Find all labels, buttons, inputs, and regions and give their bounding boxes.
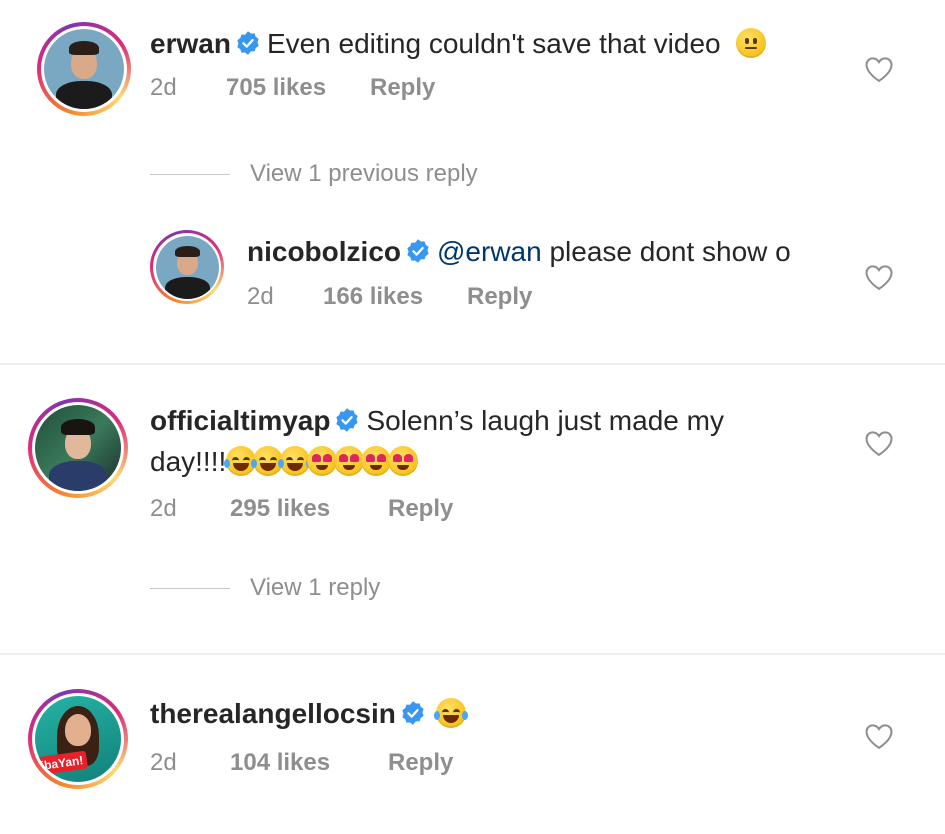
likes-count[interactable]: 295 likes	[230, 494, 388, 524]
likes-count[interactable]: 166 likes	[323, 282, 467, 312]
heart-eyes-emoji-icon	[307, 446, 338, 476]
comment-age: 2d	[150, 74, 177, 101]
comment-meta: 2d 295 likes Reply	[150, 494, 453, 524]
view-replies-label: View 1 previous reply	[250, 160, 478, 187]
comment-age: 2d	[150, 749, 177, 776]
heart-eyes-emoji-icon	[388, 446, 419, 476]
verified-badge-icon	[402, 701, 424, 725]
heart-eyes-emoji-icon	[334, 446, 365, 476]
heart-outline-icon[interactable]	[864, 55, 894, 83]
heart-outline-icon[interactable]	[864, 722, 894, 750]
laughing-tears-emoji-icon	[433, 698, 468, 728]
username[interactable]: officialtimyap	[150, 405, 330, 436]
heart-eyes-emoji-icon	[361, 446, 392, 476]
comment-meta: 2d 104 likes Reply	[150, 748, 453, 778]
likes-count[interactable]: 104 likes	[230, 748, 388, 778]
comment-divider	[0, 363, 945, 365]
verified-badge-icon	[336, 408, 359, 432]
comment-text-line-2: day!!!!	[150, 444, 419, 480]
heart-outline-icon[interactable]	[864, 429, 894, 457]
reply-button[interactable]: Reply	[467, 282, 532, 312]
comment-text-line: therealangellocsin	[150, 696, 468, 732]
comment-text: Even editing couldn't save that video	[266, 28, 721, 59]
verified-badge-icon	[407, 239, 429, 263]
neutral-face-emoji-icon	[736, 28, 767, 58]
view-previous-replies-link[interactable]: View 1 previous reply	[150, 160, 478, 188]
divider-line	[150, 588, 230, 590]
divider-line	[150, 174, 230, 176]
heart-outline-icon[interactable]	[864, 263, 894, 291]
avatar[interactable]	[28, 398, 128, 498]
view-replies-label: View 1 reply	[250, 574, 381, 601]
avatar[interactable]	[150, 230, 224, 304]
username[interactable]: therealangellocsin	[150, 698, 396, 729]
avatar-badge-label: ibaYan!	[39, 753, 85, 773]
username[interactable]: erwan	[150, 28, 231, 59]
comment-text-line: nicobolzico @erwan please dont show o	[247, 234, 791, 270]
comment-age: 2d	[150, 495, 177, 522]
mention-link[interactable]: @erwan	[437, 236, 542, 267]
username[interactable]: nicobolzico	[247, 236, 401, 267]
avatar[interactable]	[37, 22, 131, 116]
comment-age: 2d	[247, 283, 274, 310]
avatar-badge: ibaYan!	[35, 750, 89, 776]
verified-badge-icon	[237, 31, 259, 55]
avatar[interactable]: ibaYan!	[28, 689, 128, 789]
laughing-tears-emoji-icon	[278, 446, 313, 476]
comment-text: please dont show o	[549, 236, 791, 267]
reply-button[interactable]: Reply	[370, 73, 435, 103]
comment-text-continued: day!!!!	[150, 446, 227, 477]
comment-text-line: erwan Even editing couldn't save that vid…	[150, 26, 767, 62]
comment-text: Solenn’s laugh just made my	[366, 405, 724, 436]
likes-count[interactable]: 705 likes	[226, 73, 370, 103]
view-replies-link[interactable]: View 1 reply	[150, 574, 380, 602]
comment-meta: 2d 705 likes Reply	[150, 73, 435, 103]
reply-button[interactable]: Reply	[388, 748, 453, 778]
comment-text-line: officialtimyap Solenn’s laugh just made m…	[150, 403, 724, 439]
comment-divider	[0, 653, 945, 655]
comment-meta: 2d 166 likes Reply	[247, 282, 532, 312]
reply-button[interactable]: Reply	[388, 494, 453, 524]
